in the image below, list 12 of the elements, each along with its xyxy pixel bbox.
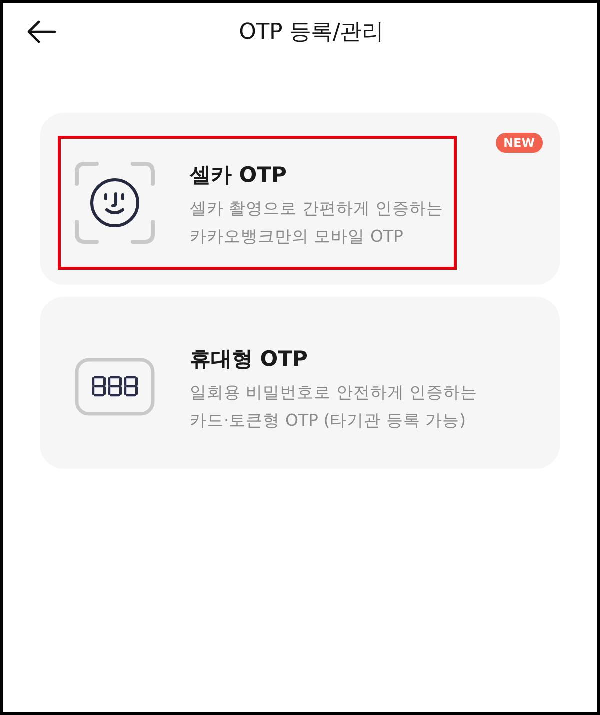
new-badge: NEW bbox=[496, 133, 543, 153]
page-title: OTP 등록/관리 bbox=[239, 19, 384, 47]
back-button[interactable] bbox=[26, 19, 58, 45]
otp-option-card[interactable]: 휴대형 OTP 일회용 비밀번호로 안전하게 인증하는 카드·토큰형 OTP (타기관 등록 가능) bbox=[40, 297, 560, 469]
digital-display-icon bbox=[75, 358, 155, 416]
option-title: 셀카 OTP bbox=[190, 162, 287, 189]
option-description: 일회용 비밀번호로 안전하게 인증하는 카드·토큰형 OTP (타기관 등록 가능) bbox=[190, 382, 478, 432]
option-description: 셀카 촬영으로 간편하게 인증하는 카카오뱅크만의 모바일 OTP bbox=[190, 198, 444, 248]
back-arrow-icon bbox=[27, 20, 57, 44]
option-title: 휴대형 OTP bbox=[190, 346, 308, 373]
otp-option-card[interactable]: 셀카 OTP 셀카 촬영으로 간편하게 인증하는 카카오뱅크만의 모바일 OTP NEW bbox=[40, 113, 560, 285]
face-scan-icon bbox=[75, 162, 155, 244]
